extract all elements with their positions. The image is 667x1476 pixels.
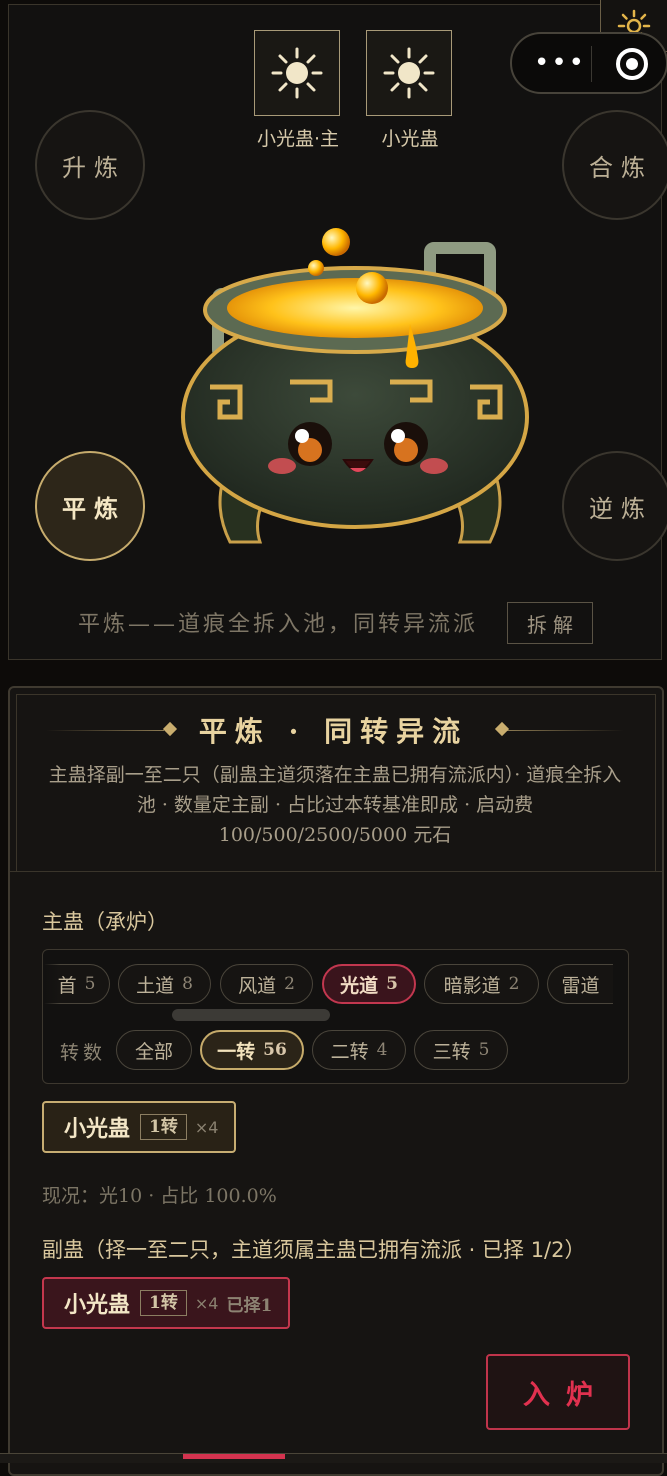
tier-chip-name: 二转 <box>330 1040 369 1063</box>
path-chip-wind[interactable]: 风道 2 <box>220 964 313 1004</box>
section-divider <box>10 871 662 872</box>
path-chip-count: 5 <box>386 974 398 994</box>
path-chip-earth[interactable]: 土道 8 <box>118 964 211 1004</box>
sub-gu-card[interactable]: 小光蛊 1转 ×4 已择1 <box>42 1277 290 1329</box>
tier-chip-count: 56 <box>263 1040 287 1060</box>
tier-chip-name: 三转 <box>432 1040 471 1063</box>
mode-merge-button[interactable]: 合炼 <box>562 110 667 220</box>
gu-name: 小光蛊 <box>64 1116 131 1142</box>
path-chip-thunder[interactable]: 雷道 <box>547 964 613 1004</box>
gu-picked-badge: 已择1 <box>226 1295 273 1316</box>
path-chip-name: 首 <box>57 974 77 997</box>
bottom-tab-indicator <box>183 1454 285 1459</box>
section-description: 主蛊择副一至二只（副蛊主道须落在主蛊已拥有流派内）· 道痕全拆入池 · 数量定主… <box>48 764 622 846</box>
gu-name: 小光蛊 <box>64 1292 131 1318</box>
tier-chip-count: 4 <box>376 1040 388 1060</box>
tier-chip-count: 5 <box>478 1040 490 1060</box>
path-chip-count: 2 <box>284 974 295 994</box>
tier-chip-all[interactable]: 全部 <box>116 1030 192 1070</box>
target-icon[interactable] <box>616 48 648 80</box>
path-chip-count: 5 <box>84 974 96 994</box>
dismantle-button[interactable]: 拆解 <box>507 602 593 644</box>
tier-label: 转数 <box>60 1042 107 1064</box>
sub-gu-label: 副蛊（择一至二只，主道须属主蛊已拥有流派 · 已择 1/2） <box>42 1238 586 1262</box>
mini-program-capsule: ••• <box>510 32 667 94</box>
main-gu-slot[interactable] <box>254 30 340 116</box>
cauldron-illustration <box>181 228 529 544</box>
path-chip-light[interactable]: 光道 5 <box>322 964 416 1004</box>
path-chip-shadow[interactable]: 暗影道 2 <box>424 964 539 1004</box>
main-gu-card[interactable]: 小光蛊 1转 ×4 <box>42 1101 236 1153</box>
mode-reverse-button[interactable]: 逆炼 <box>562 451 667 561</box>
main-gu-status: 现况：光10 · 占比 100.0% <box>42 1185 277 1207</box>
path-chip-name: 光道 <box>340 974 379 997</box>
sub-gu-slot-label: 小光蛊 <box>381 128 439 150</box>
main-gu-slot-label: 小光蛊·主 <box>256 128 340 150</box>
path-chip-name: 暗影道 <box>443 974 501 997</box>
scroll-fade-left <box>44 962 60 1006</box>
gu-multiplier: ×4 <box>194 1293 219 1313</box>
gu-tier-badge: 1转 <box>140 1290 187 1316</box>
gu-tier-badge: 1转 <box>140 1114 187 1140</box>
mode-flat-button[interactable]: 平炼 <box>35 451 145 561</box>
main-gu-label: 主蛊（承炉） <box>42 910 168 934</box>
mode-description: 平炼——道痕全拆入池，同转异流派 <box>78 612 479 637</box>
path-chip-count: 2 <box>508 974 520 994</box>
sun-icon <box>271 47 323 99</box>
tier-chip-1[interactable]: 一转 56 <box>200 1030 304 1070</box>
scroll-fade-right <box>612 962 628 1006</box>
sun-icon <box>383 47 435 99</box>
gu-multiplier: ×4 <box>194 1117 219 1137</box>
mode-upgrade-button[interactable]: 升炼 <box>35 110 145 220</box>
tier-chip-3[interactable]: 三转 5 <box>414 1030 508 1070</box>
path-chip-name: 雷道 <box>561 974 600 997</box>
path-chip-name: 土道 <box>136 974 175 997</box>
sub-gu-slot[interactable] <box>366 30 452 116</box>
enter-furnace-button[interactable]: 入炉 <box>486 1354 630 1430</box>
more-dots-icon[interactable]: ••• <box>534 50 586 76</box>
capsule-divider <box>591 46 592 82</box>
tier-chip-name: 一转 <box>217 1040 256 1063</box>
path-scrollbar[interactable] <box>172 1009 330 1021</box>
path-chip-name: 风道 <box>238 974 277 997</box>
section-title: 平炼 · 同转异流 <box>198 715 469 748</box>
tier-chip-name: 全部 <box>134 1040 173 1063</box>
tier-chip-2[interactable]: 二转 4 <box>312 1030 406 1070</box>
path-chip-count: 8 <box>182 974 193 994</box>
